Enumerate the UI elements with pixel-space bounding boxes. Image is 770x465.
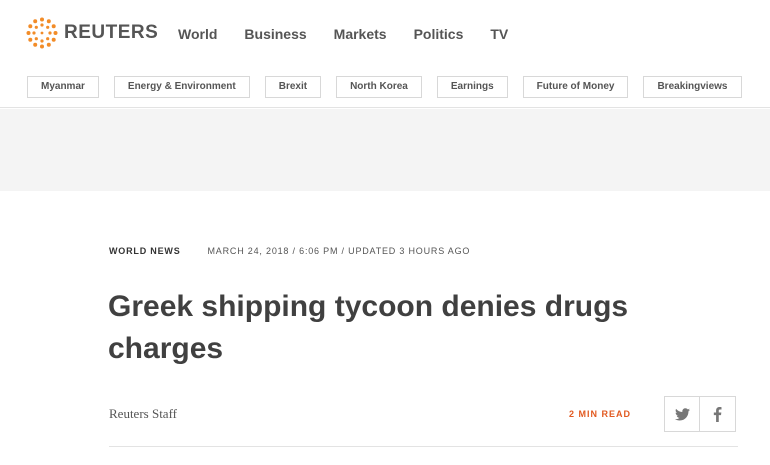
- nav-item-business[interactable]: Business: [244, 26, 306, 42]
- topic-brexit[interactable]: Brexit: [264, 76, 322, 98]
- topic-north-korea[interactable]: North Korea: [336, 76, 422, 98]
- brand-name: REUTERS: [64, 22, 159, 43]
- reuters-logo-icon: [26, 17, 58, 49]
- facebook-share-button[interactable]: [700, 396, 736, 432]
- nav-item-tv[interactable]: TV: [490, 26, 508, 42]
- nav-item-world[interactable]: World: [178, 26, 217, 42]
- trending-topics: Myanmar Energy & Environment Brexit Nort…: [27, 76, 757, 98]
- nav-item-politics[interactable]: Politics: [414, 26, 464, 42]
- article-headline: Greek shipping tycoon denies drugs charg…: [108, 290, 629, 365]
- article-meta: WORLD NEWS MARCH 24, 2018 / 6:06 PM / UP…: [109, 246, 470, 256]
- topic-breakingviews[interactable]: Breakingviews: [643, 76, 742, 98]
- article-byline: Reuters Staff: [109, 406, 177, 421]
- read-time: 2 MIN READ: [569, 409, 632, 419]
- topic-myanmar[interactable]: Myanmar: [27, 76, 99, 98]
- twitter-icon: [674, 407, 690, 420]
- share-buttons: [664, 396, 736, 432]
- twitter-share-button[interactable]: [664, 396, 700, 432]
- main-nav: World Business Markets Politics TV: [178, 26, 535, 42]
- topic-energy-environment[interactable]: Energy & Environment: [113, 76, 250, 98]
- reuters-logo[interactable]: REUTERS: [26, 17, 158, 49]
- nav-item-markets[interactable]: Markets: [334, 26, 387, 42]
- byline-divider: [109, 446, 738, 447]
- topic-earnings[interactable]: Earnings: [436, 76, 508, 98]
- article-channel[interactable]: WORLD NEWS: [109, 246, 181, 256]
- article-timestamp: MARCH 24, 2018 / 6:06 PM / UPDATED 3 HOU…: [207, 246, 471, 256]
- facebook-icon: [713, 406, 722, 422]
- site-header: REUTERS World Business Markets Politics …: [0, 0, 770, 108]
- ad-placeholder: [0, 109, 770, 191]
- topic-future-of-money[interactable]: Future of Money: [522, 76, 629, 98]
